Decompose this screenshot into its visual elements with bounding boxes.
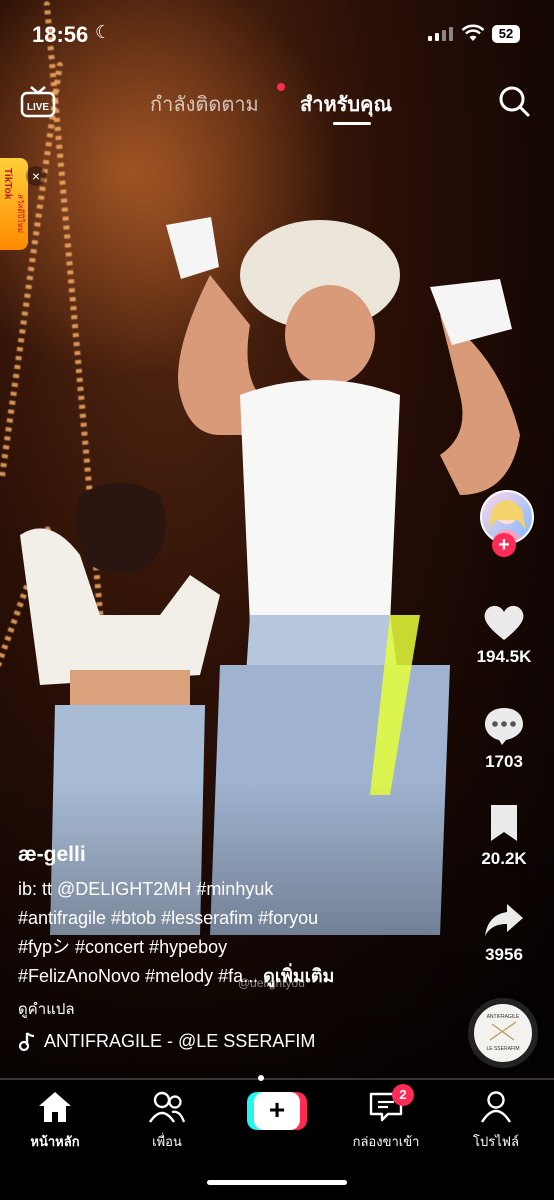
nav-friends-label: เพื่อน [152,1134,182,1149]
plus-icon: + [254,1092,300,1130]
battery-indicator: 52 [492,25,520,43]
translate-link[interactable]: ดูคำแปล [18,997,438,1021]
nav-inbox[interactable]: 2 กล่องขาเข้า [336,1084,436,1152]
nav-home[interactable]: หน้าหลัก [5,1090,105,1152]
friends-icon [149,1091,186,1123]
create-button[interactable]: + [247,1092,307,1130]
wifi-icon [461,24,485,41]
new-year-promo-banner[interactable]: TikTok สวัสดีปีใหม่ [0,158,28,250]
caption-line: ib: tt @DELIGHT2MH #minhyuk [18,879,274,899]
caption-line: #fypシ #concert #hypeboy [18,937,228,957]
caption-line: #antifragile #btob #lesserafim #foryou [18,908,319,928]
following-new-dot [277,83,285,91]
tab-for-you[interactable]: สำหรับคุณ [300,88,392,125]
nav-inbox-label: กล่องขาเข้า [352,1134,420,1149]
nav-home-label: หน้าหลัก [30,1134,80,1149]
comment-count: 1703 [485,752,523,771]
inbox-badge: 2 [392,1084,414,1106]
comment-icon [485,708,523,745]
moon-icon: ☾ [95,22,112,42]
home-indicator [207,1180,347,1185]
caption-text: ib: tt @DELIGHT2MH #minhyuk #antifragile… [18,875,438,991]
cellular-signal-icon [428,27,453,41]
video-progress-bar[interactable] [0,1075,554,1081]
tab-following-label: กำลังติดตาม [150,94,259,116]
heart-icon [484,605,524,640]
home-icon [39,1092,71,1122]
video-caption: æ-gelli ib: tt @DELIGHT2MH #minhyuk #ant… [18,843,438,1052]
share-arrow-icon [485,904,523,936]
profile-icon [480,1091,512,1123]
search-icon[interactable] [497,84,531,118]
nav-profile-label: โปรไฟล์ [473,1134,519,1149]
nav-profile[interactable]: โปรไฟล์ [446,1090,546,1152]
see-more-link[interactable]: ดูเพิ่มเติม [263,966,334,986]
save-count: 20.2K [481,849,527,868]
share-button[interactable]: 3956 [454,900,554,965]
disc-artist: LE SSERAFIM [486,1046,520,1052]
live-icon[interactable]: LIVE [20,84,56,118]
promo-close-icon[interactable]: × [26,166,46,186]
promo-subtitle: สวัสดีปีใหม่ [16,194,25,233]
music-track[interactable]: ANTIFRAGILE - @LE SSERAFIM [18,1031,438,1052]
creator-username[interactable]: æ-gelli [18,843,438,867]
bookmark-icon [491,805,517,841]
caption-line-last: #FelizAnoNovo #melody #fa... ดูเพิ่มเติม [18,962,438,991]
disc-art [489,1021,517,1041]
tab-for-you-label: สำหรับคุณ [300,94,392,116]
caption-line: #FelizAnoNovo #melody #fa... [18,966,264,986]
clock: 18:56 [32,22,89,47]
music-title: ANTIFRAGILE - @LE SSERAFIM [44,1031,316,1051]
follow-button[interactable]: + [492,533,516,557]
promo-brand: TikTok [2,168,13,200]
share-count: 3956 [485,945,523,964]
comment-button[interactable]: 1703 [454,705,554,772]
progress-knob[interactable] [258,1075,264,1081]
tab-following[interactable]: กำลังติดตาม [150,88,259,120]
music-note-icon [18,1031,35,1051]
live-label: LIVE [27,102,50,113]
active-tab-underline [333,122,371,125]
like-count: 194.5K [476,647,532,666]
save-button[interactable]: 20.2K [454,802,554,869]
music-disc[interactable]: ANTIFRAGILE LE SSERAFIM [468,998,538,1068]
like-button[interactable]: 194.5K [454,602,554,667]
status-bar: 18:56 ☾ 52 [0,0,554,68]
nav-friends[interactable]: เพื่อน [117,1090,217,1152]
